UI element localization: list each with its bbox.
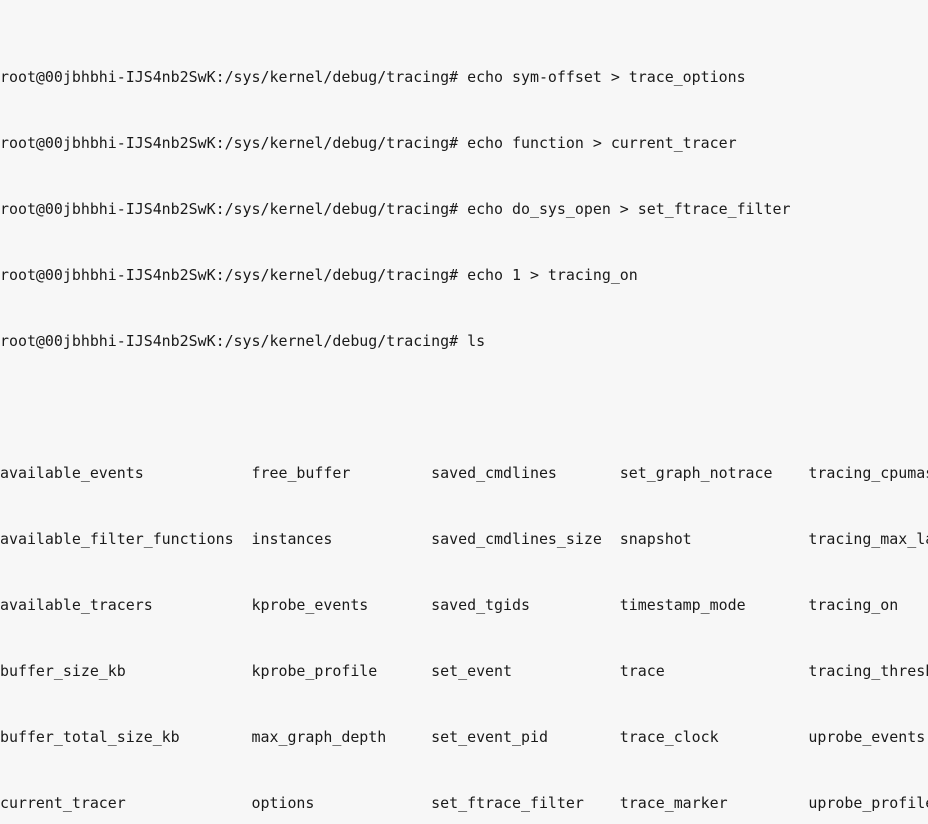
command-line-echo-sym-offset: root@00jbhbhi-IJS4nb2SwK:/sys/kernel/deb…	[0, 68, 746, 86]
ls-output-row: available_tracers kprobe_events saved_tg…	[0, 596, 899, 614]
ls-output-row: current_tracer options set_ftrace_filter…	[0, 794, 928, 812]
terminal-window[interactable]: root@00jbhbhi-IJS4nb2SwK:/sys/kernel/deb…	[0, 0, 928, 824]
ls-output-row: available_events free_buffer saved_cmdli…	[0, 464, 928, 482]
ls-output-row: buffer_size_kb kprobe_profile set_event …	[0, 662, 928, 680]
command-line-echo-do-sys-open: root@00jbhbhi-IJS4nb2SwK:/sys/kernel/deb…	[0, 200, 791, 218]
command-line-echo-tracing-on: root@00jbhbhi-IJS4nb2SwK:/sys/kernel/deb…	[0, 266, 638, 284]
command-line-echo-function: root@00jbhbhi-IJS4nb2SwK:/sys/kernel/deb…	[0, 134, 737, 152]
ls-output-row: available_filter_functions instances sav…	[0, 530, 928, 548]
ls-output-row: buffer_total_size_kb max_graph_depth set…	[0, 728, 926, 746]
command-line-ls: root@00jbhbhi-IJS4nb2SwK:/sys/kernel/deb…	[0, 332, 486, 350]
ls-output-block: available_events free_buffer saved_cmdli…	[0, 418, 928, 824]
